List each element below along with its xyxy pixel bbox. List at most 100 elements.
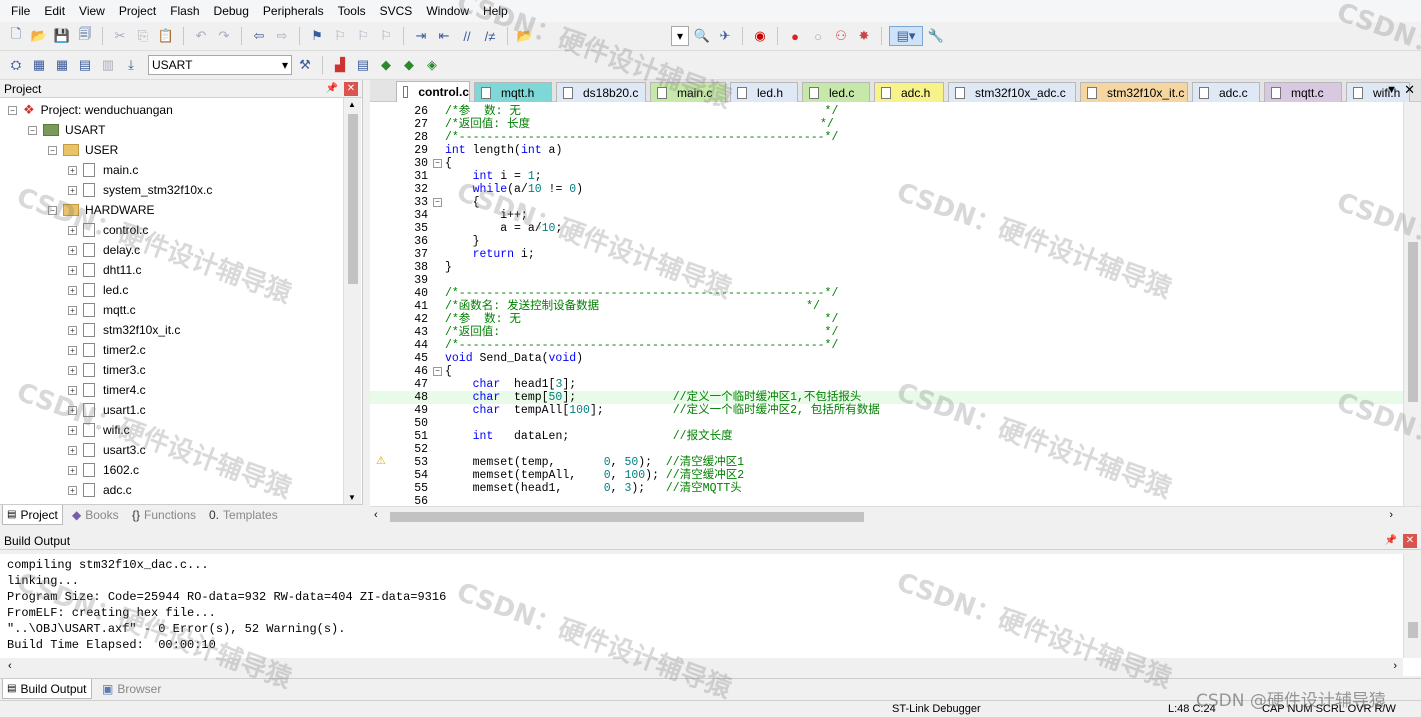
editor-tab[interactable]: adc.h xyxy=(874,82,944,102)
expand-icon[interactable]: + xyxy=(68,345,77,355)
build-horizontal-scrollbar[interactable]: ‹ › xyxy=(0,658,1403,676)
editor-tab[interactable]: led.h xyxy=(730,82,798,102)
editor-tab[interactable]: ds18b20.c xyxy=(556,82,646,102)
pin-icon[interactable]: 📌 xyxy=(326,83,338,94)
editor-vertical-scrollbar[interactable] xyxy=(1403,102,1421,506)
insert-breakpoint-icon[interactable]: ● xyxy=(785,26,805,46)
scroll-left-icon[interactable]: ‹ xyxy=(374,509,378,521)
copy-icon[interactable]: ⎘ xyxy=(133,26,153,46)
group-hardware[interactable]: − HARDWARE xyxy=(48,200,155,220)
expand-icon[interactable]: + xyxy=(68,265,77,275)
clear-bookmarks-icon[interactable]: ⚐ xyxy=(376,26,396,46)
menu-help[interactable]: Help xyxy=(476,4,515,18)
select-packs-icon[interactable]: ◆ xyxy=(376,55,396,75)
expand-icon[interactable]: + xyxy=(68,285,77,295)
editor-horizontal-scrollbar[interactable]: ‹ › xyxy=(370,506,1421,526)
file-item[interactable]: + led.c xyxy=(68,280,128,300)
expand-icon[interactable]: + xyxy=(68,465,77,475)
open-folder-icon[interactable]: 📂 xyxy=(29,26,49,46)
stop-build-icon[interactable]: ▥ xyxy=(98,55,118,75)
expand-icon[interactable]: + xyxy=(68,405,77,415)
redo-icon[interactable]: ↷ xyxy=(214,26,234,46)
expand-icon[interactable]: + xyxy=(68,325,77,335)
editor-tab[interactable]: control.c xyxy=(396,81,470,102)
expand-icon[interactable]: + xyxy=(68,165,77,175)
menu-edit[interactable]: Edit xyxy=(37,4,72,18)
enable-breakpoint-icon[interactable]: ○ xyxy=(808,26,828,46)
rebuild-icon[interactable]: ▦ xyxy=(52,55,72,75)
build-icon[interactable]: ▦ xyxy=(29,55,49,75)
fold-icon[interactable]: − xyxy=(433,159,442,168)
target-select[interactable]: USART ▾ xyxy=(148,55,292,75)
file-item[interactable]: + stm32f10x_it.c xyxy=(68,320,180,340)
find-icon[interactable]: 🔍 xyxy=(692,26,712,46)
expand-icon[interactable]: + xyxy=(68,445,77,455)
expand-icon[interactable]: + xyxy=(68,185,77,195)
tab-books[interactable]: ◆ Books xyxy=(68,505,123,525)
file-item[interactable]: +1602.c xyxy=(68,460,139,480)
editor-tab[interactable]: mqtt.h xyxy=(474,82,552,102)
manage-components-icon[interactable]: ▟ xyxy=(330,55,350,75)
expand-icon[interactable]: + xyxy=(68,385,77,395)
target-options-icon[interactable]: ⚒ xyxy=(295,55,315,75)
expand-icon[interactable]: + xyxy=(68,225,77,235)
expand-icon[interactable]: + xyxy=(68,485,77,495)
indent-icon[interactable]: ⇥ xyxy=(411,26,431,46)
find-in-files-icon[interactable]: 📂 xyxy=(515,26,535,46)
project-scrollbar[interactable]: ▲ ▼ xyxy=(343,98,361,504)
editor-tab[interactable]: adc.c xyxy=(1192,82,1260,102)
file-item[interactable]: + wifi.c xyxy=(68,420,130,440)
editor-tab[interactable]: led.c xyxy=(802,82,870,102)
prev-bookmark-icon[interactable]: ⚐ xyxy=(330,26,350,46)
close-icon[interactable]: ✕ xyxy=(344,81,358,96)
tab-project[interactable]: ▤ Project xyxy=(2,505,63,525)
expand-icon[interactable]: + xyxy=(68,305,77,315)
file-item[interactable]: + usart3.c xyxy=(68,440,146,460)
collapse-icon[interactable]: − xyxy=(8,105,17,115)
file-item[interactable]: + main.c xyxy=(68,160,138,180)
uncomment-icon[interactable]: /≠ xyxy=(480,26,500,46)
menu-project[interactable]: Project xyxy=(112,4,163,18)
configure-icon[interactable]: 🔧 xyxy=(926,26,946,46)
menu-svcs[interactable]: SVCS xyxy=(373,4,420,18)
file-item[interactable]: + system_stm32f10x.c xyxy=(68,180,212,200)
save-all-icon[interactable]: 🗐 xyxy=(75,26,95,46)
editor-hscroll-thumb[interactable] xyxy=(390,512,864,522)
collapse-icon[interactable]: − xyxy=(28,125,37,135)
scroll-down-icon[interactable]: ▼ xyxy=(348,493,356,502)
incremental-find-icon[interactable]: ✈ xyxy=(715,26,735,46)
target-node[interactable]: − USART xyxy=(28,120,105,140)
tab-templates[interactable]: 0. Templates xyxy=(205,505,282,525)
collapse-icon[interactable]: − xyxy=(48,205,57,215)
fold-icon[interactable]: − xyxy=(433,198,442,207)
unindent-icon[interactable]: ⇤ xyxy=(434,26,454,46)
nav-back-icon[interactable]: ⇦ xyxy=(249,26,269,46)
file-item[interactable]: + adc.c xyxy=(68,480,132,500)
tab-list-icon[interactable]: ▼ xyxy=(1386,84,1397,96)
project-root[interactable]: − ❖ Project: wenduchuangan xyxy=(8,100,173,120)
panel-splitter[interactable] xyxy=(363,80,370,526)
fold-icon[interactable]: − xyxy=(433,367,442,376)
scroll-right-icon[interactable]: › xyxy=(1393,660,1397,672)
build-vertical-scrollbar[interactable] xyxy=(1403,554,1421,658)
nav-forward-icon[interactable]: ⇨ xyxy=(272,26,292,46)
undo-icon[interactable]: ↶ xyxy=(191,26,211,46)
paste-icon[interactable]: 📋 xyxy=(156,26,176,46)
menu-file[interactable]: File xyxy=(4,4,37,18)
editor-tab[interactable]: stm32f10x_it.c xyxy=(1080,82,1188,102)
expand-icon[interactable]: + xyxy=(68,425,77,435)
find-combo[interactable]: ▾ xyxy=(671,26,689,46)
menu-tools[interactable]: Tools xyxy=(331,4,373,18)
manage-project-items-icon[interactable]: ▤ xyxy=(353,55,373,75)
file-item[interactable]: + timer2.c xyxy=(68,340,146,360)
scrollbar-thumb[interactable] xyxy=(348,114,358,284)
comment-icon[interactable]: // xyxy=(457,26,477,46)
expand-icon[interactable]: + xyxy=(68,365,77,375)
kill-breakpoints-icon[interactable]: ✸ xyxy=(854,26,874,46)
file-item[interactable]: + usart1.c xyxy=(68,400,146,420)
menu-peripherals[interactable]: Peripherals xyxy=(256,4,331,18)
new-file-icon[interactable]: 🗋 xyxy=(6,26,26,46)
group-user[interactable]: − USER xyxy=(48,140,118,160)
disable-breakpoints-icon[interactable]: ⚇ xyxy=(831,26,851,46)
editor-tab[interactable]: mqtt.c xyxy=(1264,82,1342,102)
